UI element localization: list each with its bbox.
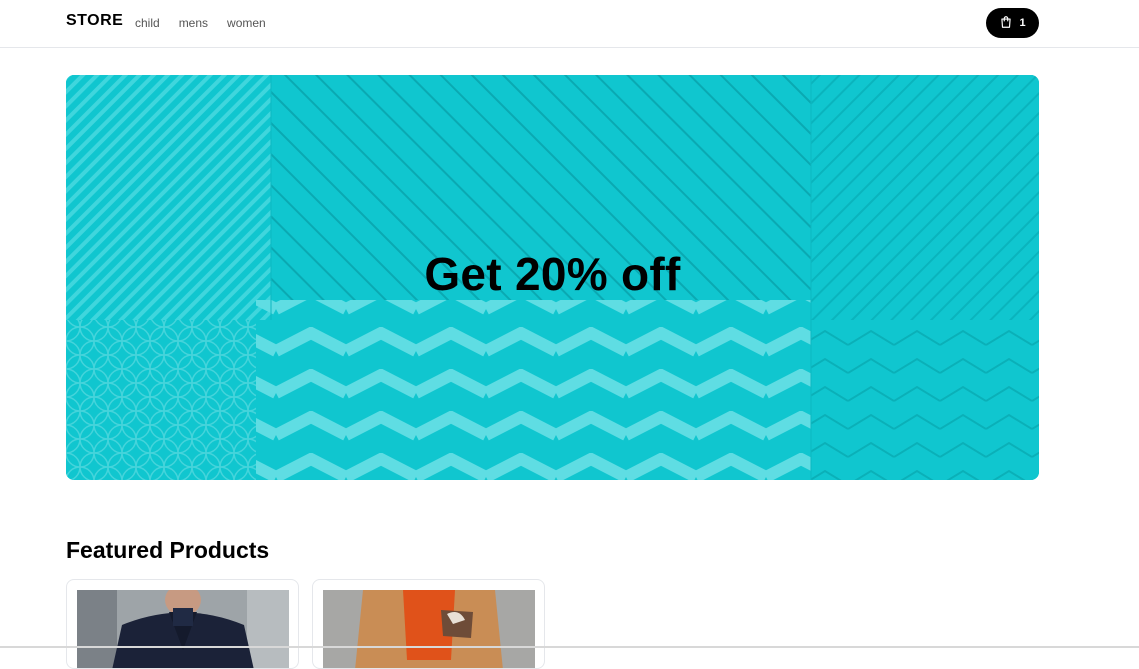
navbar: STORE child mens women 1 — [0, 0, 1139, 48]
nav-link-women[interactable]: women — [227, 16, 266, 30]
shopping-bag-icon — [999, 15, 1013, 32]
product-card[interactable] — [312, 579, 545, 669]
nav-links: child mens women — [135, 16, 266, 30]
product-image — [323, 590, 535, 668]
hero-title: Get 20% off — [424, 248, 681, 300]
product-card[interactable] — [66, 579, 299, 669]
cart-button[interactable]: 1 — [986, 8, 1039, 38]
hero-banner[interactable]: Get 20% off — [66, 75, 1039, 480]
cart-count: 1 — [1019, 17, 1026, 29]
featured-products-title: Featured Products — [66, 537, 270, 563]
store-logo[interactable]: STORE — [66, 12, 123, 30]
nav-link-child[interactable]: child — [135, 16, 160, 30]
product-image — [77, 590, 289, 668]
nav-link-mens[interactable]: mens — [179, 16, 208, 30]
